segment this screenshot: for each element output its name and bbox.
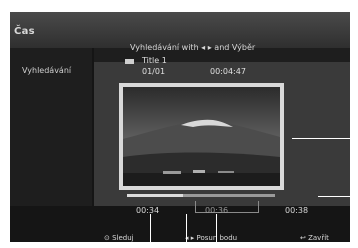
- callout-line-selected: [216, 214, 217, 248]
- callout-line-end: [318, 196, 358, 197]
- chapter-counter: 01/01: [142, 67, 166, 76]
- callout-line-preview: [292, 138, 358, 139]
- title-name: Title 1: [142, 56, 167, 65]
- position-slider-fill: [127, 194, 184, 197]
- position-slider[interactable]: [127, 194, 275, 197]
- mountain-scene-image: [123, 87, 280, 186]
- sidebar-item-search[interactable]: Vyhledávání: [22, 66, 71, 75]
- page-title: Čas: [14, 26, 35, 37]
- title-icon: [125, 59, 134, 64]
- search-hint: Vyhledávání with ◂ ▸ and Výběr: [130, 43, 256, 52]
- close-button[interactable]: ↩ Zavřít: [300, 234, 329, 242]
- move-point-button[interactable]: ◂ ▸ Posun bodu: [185, 234, 237, 242]
- callout-line-start: [150, 214, 151, 248]
- callout-line-slider: [186, 214, 187, 248]
- title-total-time: 00:04:47: [210, 67, 246, 76]
- end-time: 00:38: [285, 206, 309, 215]
- preview-thumbnail: [123, 87, 280, 186]
- play-button[interactable]: ⊙ Sleduj: [104, 234, 134, 242]
- start-time: 00:34: [136, 206, 160, 215]
